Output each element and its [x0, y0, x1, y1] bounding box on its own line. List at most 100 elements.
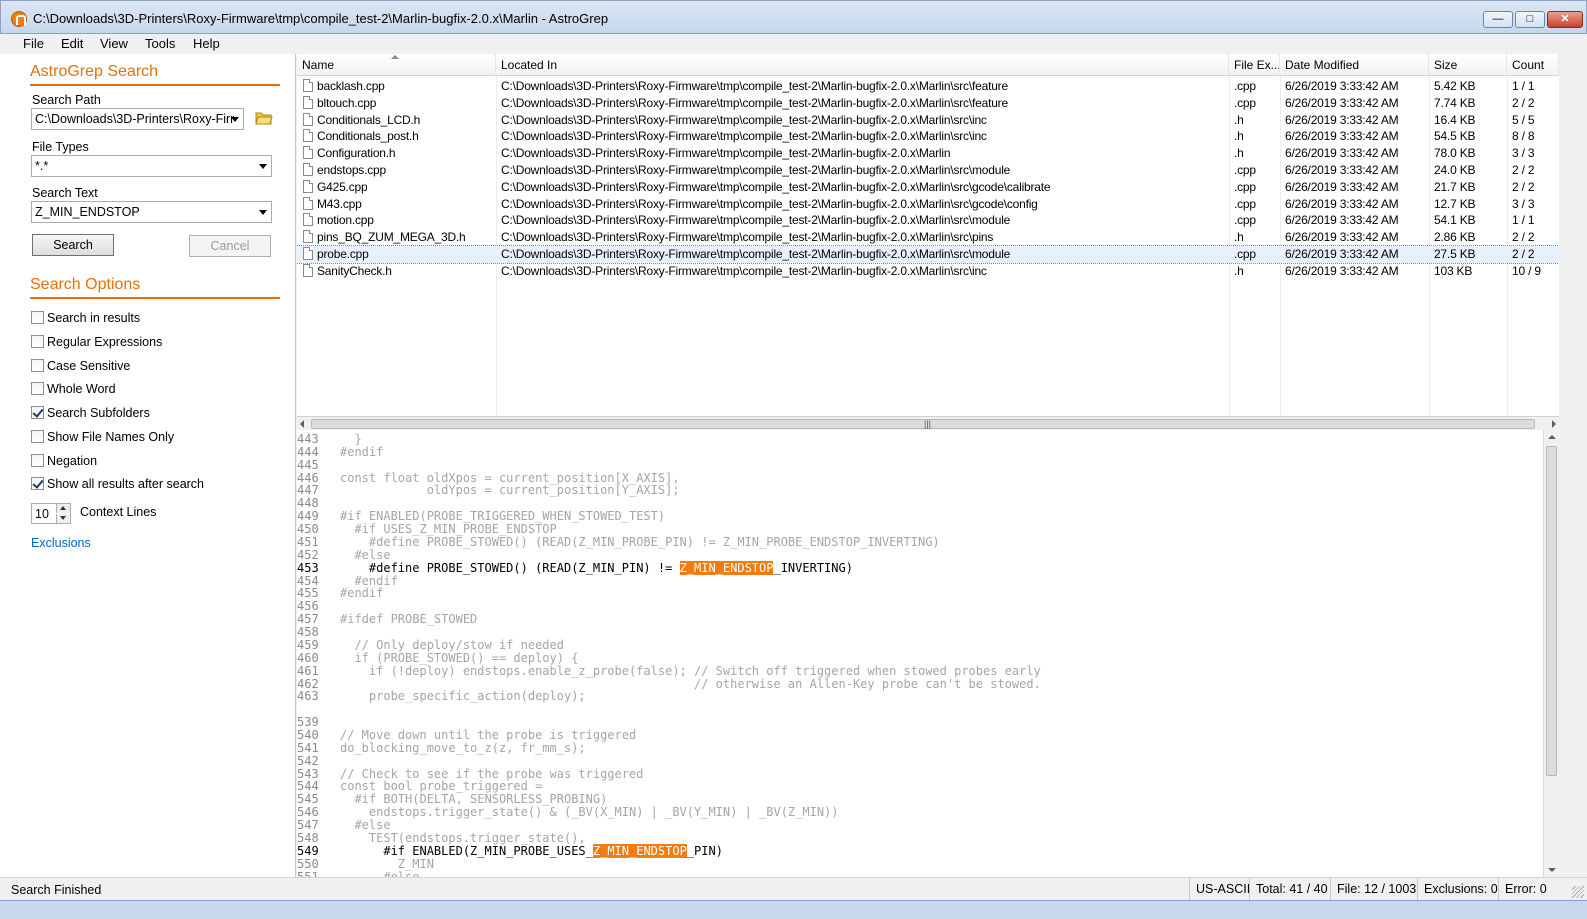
cell-name: motion.cpp [317, 213, 374, 228]
exclusions-link[interactable]: Exclusions [31, 536, 91, 550]
file-icon [303, 79, 313, 92]
table-row[interactable]: Configuration.h C:\Downloads\3D-Printers\… [297, 145, 1559, 162]
scroll-left-icon[interactable] [300, 420, 304, 428]
code-line: 550 Z_MIN [297, 856, 1543, 871]
chevron-down-icon[interactable] [231, 117, 239, 122]
column-name[interactable]: Name [297, 54, 496, 76]
file-icon [303, 213, 313, 227]
cell-ext: .cpp [1234, 95, 1256, 110]
code-line: 455 #endif [297, 587, 1543, 600]
checkbox[interactable] [31, 430, 44, 443]
window-title: C:\Downloads\3D-Printers\Roxy-Firmware\t… [33, 11, 609, 26]
menu-edit[interactable]: Edit [61, 36, 83, 51]
cell-location: C:\Downloads\3D-Printers\Roxy-Firmware\t… [501, 129, 987, 144]
file-types-combo[interactable]: *.* [31, 155, 272, 177]
column-file-ext[interactable]: File Ex... [1229, 54, 1280, 76]
match-prefix: #define PROBE_STOWED() (READ(Z_MIN_PIN) … [340, 560, 680, 575]
search-button[interactable]: Search [32, 234, 114, 256]
chevron-down-icon[interactable] [259, 210, 267, 215]
option-label: Show all results after search [47, 477, 205, 491]
cell-date: 6/26/2019 3:33:42 AM [1285, 163, 1399, 177]
resize-grip-icon[interactable] [1572, 886, 1584, 898]
search-text-combo[interactable]: Z_MIN_ENDSTOP [31, 201, 272, 223]
checkbox[interactable] [31, 406, 44, 419]
table-row[interactable]: motion.cpp C:\Downloads\3D-Printers\Roxy-… [297, 212, 1559, 229]
checkbox[interactable] [31, 477, 44, 490]
column-date-modified[interactable]: Date Modified [1280, 54, 1429, 76]
line-text: endstops.trigger_state() & (_BV(X_MIN) |… [340, 805, 839, 820]
cell-size: 103 KB [1434, 263, 1473, 278]
stepper-down-icon[interactable] [56, 514, 70, 523]
cell-location: C:\Downloads\3D-Printers\Roxy-Firmware\t… [501, 112, 987, 127]
cell-size: 2.86 KB [1434, 230, 1476, 245]
cell-size: 16.4 KB [1434, 112, 1476, 127]
window-frame [1559, 54, 1587, 877]
column-count[interactable]: Count [1507, 54, 1559, 76]
line-text: #define PROBE_STOWED() (READ(Z_MIN_PIN) … [340, 560, 853, 575]
table-row[interactable]: endstops.cpp C:\Downloads\3D-Printers\Rox… [297, 162, 1559, 179]
status-total: Total: 41 / 40 [1249, 878, 1330, 901]
scrollbar-thumb[interactable] [1546, 446, 1557, 776]
code-line: 461 if (!deploy) endstops.enable_z_probe… [297, 664, 1543, 678]
close-button[interactable]: ✕ [1547, 11, 1583, 28]
scroll-down-icon[interactable] [1548, 868, 1556, 872]
menu-file[interactable]: File [23, 36, 44, 51]
preview-vertical-scrollbar[interactable] [1543, 430, 1559, 877]
menu-view[interactable]: View [100, 36, 128, 51]
table-row[interactable]: probe.cpp C:\Downloads\3D-Printers\Roxy-F… [297, 245, 1559, 264]
checkbox[interactable] [31, 454, 44, 467]
cell-count: 8 / 8 [1512, 129, 1535, 144]
checkbox[interactable] [31, 311, 44, 324]
cell-size: 24.0 KB [1434, 163, 1476, 177]
scrollbar-thumb[interactable]: ||| [311, 419, 1535, 429]
column-located-in[interactable]: Located In [496, 54, 1229, 76]
scroll-up-icon[interactable] [1548, 435, 1556, 439]
context-lines-stepper[interactable]: 10 [31, 503, 71, 524]
stepper-up-icon[interactable] [56, 504, 70, 513]
file-icon [303, 146, 313, 160]
minimize-button[interactable]: — [1483, 11, 1513, 28]
table-row[interactable]: G425.cpp C:\Downloads\3D-Printers\Roxy-Fi… [297, 179, 1559, 196]
file-preview[interactable]: 443 } 444 #endif 445 446 const float oldXpos … [297, 430, 1543, 877]
table-row[interactable]: backlash.cpp C:\Downloads\3D-Printers\Rox… [297, 78, 1559, 95]
cell-date: 6/26/2019 3:33:42 AM [1285, 95, 1399, 110]
file-icon [303, 196, 313, 210]
code-line: 443 } [297, 433, 1543, 446]
code-line: 542 [297, 754, 1543, 768]
line-text: oldYpos = current_position[Y_AXIS]; [340, 483, 680, 498]
cell-count: 2 / 2 [1512, 247, 1535, 261]
table-row[interactable]: pins_BQ_ZUM_MEGA_3D.h C:\Downloads\3D-Pri… [297, 229, 1559, 246]
column-size[interactable]: Size [1429, 54, 1507, 76]
menu-help[interactable]: Help [193, 36, 220, 51]
table-row[interactable]: bltouch.cpp C:\Downloads\3D-Printers\Roxy… [297, 95, 1559, 112]
line-number: 550 [297, 856, 319, 871]
cell-name: SanityCheck.h [317, 263, 392, 278]
checkbox[interactable] [31, 359, 44, 372]
cancel-button[interactable]: Cancel [189, 235, 271, 257]
cell-count: 2 / 2 [1512, 95, 1535, 110]
horizontal-scrollbar[interactable]: ||| [297, 416, 1559, 430]
code-line: 444 #endif [297, 445, 1543, 459]
cell-size: 7.74 KB [1434, 95, 1476, 110]
cell-location: C:\Downloads\3D-Printers\Roxy-Firmware\t… [501, 247, 1011, 261]
search-path-combo[interactable]: C:\Downloads\3D-Printers\Roxy-Firr [31, 108, 244, 130]
cell-ext: .cpp [1234, 79, 1256, 93]
checkbox[interactable] [31, 335, 44, 348]
scroll-right-icon[interactable] [1552, 420, 1556, 428]
file-icon [303, 179, 313, 193]
maximize-button[interactable]: □ [1515, 11, 1545, 28]
menu-tools[interactable]: Tools [145, 36, 175, 51]
table-row[interactable]: Conditionals_LCD.h C:\Downloads\3D-Printe… [297, 112, 1559, 129]
results-grid: Name Located In File Ex... Date Modified… [297, 54, 1559, 416]
code-line: 453 #define PROBE_STOWED() (READ(Z_MIN_P… [297, 560, 1543, 575]
table-row[interactable]: Conditionals_post.h C:\Downloads\3D-Print… [297, 128, 1559, 145]
code-line: 456 [297, 600, 1543, 613]
table-row[interactable]: M43.cpp C:\Downloads\3D-Printers\Roxy-Fir… [297, 196, 1559, 213]
cell-location: C:\Downloads\3D-Printers\Roxy-Firmware\t… [501, 79, 1008, 93]
chevron-down-icon[interactable] [259, 164, 267, 169]
sort-ascending-icon [391, 55, 399, 59]
checkbox[interactable] [31, 382, 44, 395]
table-row[interactable]: SanityCheck.h C:\Downloads\3D-Printers\Ro… [297, 263, 1559, 280]
open-folder-icon[interactable] [255, 111, 273, 125]
